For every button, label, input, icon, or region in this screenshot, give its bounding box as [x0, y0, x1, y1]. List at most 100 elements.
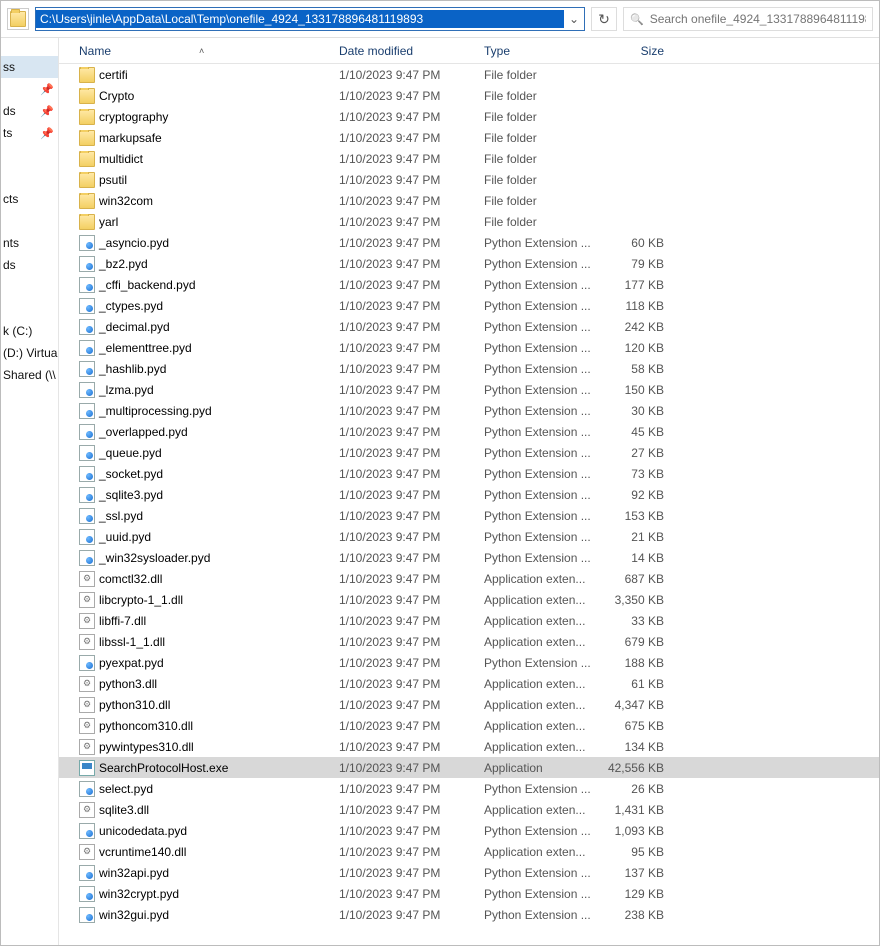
- table-row[interactable]: psutil1/10/2023 9:47 PMFile folder: [59, 169, 879, 190]
- table-row[interactable]: _lzma.pyd1/10/2023 9:47 PMPython Extensi…: [59, 379, 879, 400]
- file-name: _ctypes.pyd: [99, 299, 163, 313]
- table-row[interactable]: python3.dll1/10/2023 9:47 PMApplication …: [59, 673, 879, 694]
- cell-size: 92 KB: [602, 488, 664, 502]
- sidebar-item-label: ds: [3, 104, 16, 118]
- table-row[interactable]: pyexpat.pyd1/10/2023 9:47 PMPython Exten…: [59, 652, 879, 673]
- cell-date: 1/10/2023 9:47 PM: [339, 866, 484, 880]
- refresh-button[interactable]: [591, 7, 617, 31]
- table-row[interactable]: _uuid.pyd1/10/2023 9:47 PMPython Extensi…: [59, 526, 879, 547]
- table-row[interactable]: unicodedata.pyd1/10/2023 9:47 PMPython E…: [59, 820, 879, 841]
- table-row[interactable]: _hashlib.pyd1/10/2023 9:47 PMPython Exte…: [59, 358, 879, 379]
- table-row[interactable]: win32com1/10/2023 9:47 PMFile folder: [59, 190, 879, 211]
- pyd-icon: [79, 298, 95, 314]
- chevron-down-icon[interactable]: [564, 12, 584, 26]
- search-box[interactable]: [623, 7, 873, 31]
- pyd-icon: [79, 340, 95, 356]
- table-row[interactable]: pywintypes310.dll1/10/2023 9:47 PMApplic…: [59, 736, 879, 757]
- table-row[interactable]: _multiprocessing.pyd1/10/2023 9:47 PMPyt…: [59, 400, 879, 421]
- cell-date: 1/10/2023 9:47 PM: [339, 908, 484, 922]
- cell-type: File folder: [484, 173, 602, 187]
- table-row[interactable]: _win32sysloader.pyd1/10/2023 9:47 PMPyth…: [59, 547, 879, 568]
- file-name: _multiprocessing.pyd: [99, 404, 212, 418]
- file-name: _asyncio.pyd: [99, 236, 169, 250]
- column-name[interactable]: Name ˄: [79, 44, 339, 58]
- table-row[interactable]: SearchProtocolHost.exe1/10/2023 9:47 PMA…: [59, 757, 879, 778]
- file-rows[interactable]: certifi1/10/2023 9:47 PMFile folderCrypt…: [59, 64, 879, 945]
- table-row[interactable]: vcruntime140.dll1/10/2023 9:47 PMApplica…: [59, 841, 879, 862]
- table-row[interactable]: comctl32.dll1/10/2023 9:47 PMApplication…: [59, 568, 879, 589]
- table-row[interactable]: cryptography1/10/2023 9:47 PMFile folder: [59, 106, 879, 127]
- search-input[interactable]: [650, 12, 866, 26]
- sidebar-item[interactable]: ts📌: [1, 122, 58, 144]
- cell-name: _cffi_backend.pyd: [79, 277, 339, 293]
- table-row[interactable]: _cffi_backend.pyd1/10/2023 9:47 PMPython…: [59, 274, 879, 295]
- table-row[interactable]: win32crypt.pyd1/10/2023 9:47 PMPython Ex…: [59, 883, 879, 904]
- cell-date: 1/10/2023 9:47 PM: [339, 152, 484, 166]
- sidebar-item-label: cts: [3, 192, 18, 206]
- table-row[interactable]: multidict1/10/2023 9:47 PMFile folder: [59, 148, 879, 169]
- table-row[interactable]: _overlapped.pyd1/10/2023 9:47 PMPython E…: [59, 421, 879, 442]
- cell-type: Python Extension ...: [484, 656, 602, 670]
- table-row[interactable]: libffi-7.dll1/10/2023 9:47 PMApplication…: [59, 610, 879, 631]
- table-row[interactable]: libssl-1_1.dll1/10/2023 9:47 PMApplicati…: [59, 631, 879, 652]
- sidebar-item[interactable]: [1, 276, 58, 298]
- address-bar[interactable]: [35, 7, 585, 31]
- table-row[interactable]: markupsafe1/10/2023 9:47 PMFile folder: [59, 127, 879, 148]
- sidebar-item[interactable]: Shared (\\: [1, 364, 58, 386]
- cell-name: libcrypto-1_1.dll: [79, 592, 339, 608]
- table-row[interactable]: sqlite3.dll1/10/2023 9:47 PMApplication …: [59, 799, 879, 820]
- cell-type: Application exten...: [484, 677, 602, 691]
- table-row[interactable]: pythoncom310.dll1/10/2023 9:47 PMApplica…: [59, 715, 879, 736]
- table-row[interactable]: yarl1/10/2023 9:47 PMFile folder: [59, 211, 879, 232]
- sidebar-item[interactable]: (D:) Virtua: [1, 342, 58, 364]
- table-row[interactable]: select.pyd1/10/2023 9:47 PMPython Extens…: [59, 778, 879, 799]
- sidebar-item[interactable]: k (C:): [1, 320, 58, 342]
- table-row[interactable]: win32api.pyd1/10/2023 9:47 PMPython Exte…: [59, 862, 879, 883]
- table-row[interactable]: win32gui.pyd1/10/2023 9:47 PMPython Exte…: [59, 904, 879, 925]
- table-row[interactable]: Crypto1/10/2023 9:47 PMFile folder: [59, 85, 879, 106]
- file-name: unicodedata.pyd: [99, 824, 187, 838]
- cell-type: Application exten...: [484, 803, 602, 817]
- table-row[interactable]: _decimal.pyd1/10/2023 9:47 PMPython Exte…: [59, 316, 879, 337]
- column-name-label: Name: [79, 44, 111, 58]
- cell-size: 118 KB: [602, 299, 664, 313]
- sidebar-item[interactable]: ds: [1, 254, 58, 276]
- table-row[interactable]: libcrypto-1_1.dll1/10/2023 9:47 PMApplic…: [59, 589, 879, 610]
- cell-size: 14 KB: [602, 551, 664, 565]
- sidebar-item[interactable]: ds📌: [1, 100, 58, 122]
- cell-name: multidict: [79, 151, 339, 167]
- cell-name: win32gui.pyd: [79, 907, 339, 923]
- table-row[interactable]: _ssl.pyd1/10/2023 9:47 PMPython Extensio…: [59, 505, 879, 526]
- sidebar-item[interactable]: [1, 166, 58, 188]
- table-row[interactable]: _queue.pyd1/10/2023 9:47 PMPython Extens…: [59, 442, 879, 463]
- sidebar-item[interactable]: cts: [1, 188, 58, 210]
- sidebar-item[interactable]: [1, 298, 58, 320]
- table-row[interactable]: _ctypes.pyd1/10/2023 9:47 PMPython Exten…: [59, 295, 879, 316]
- cell-size: 177 KB: [602, 278, 664, 292]
- table-row[interactable]: _asyncio.pyd1/10/2023 9:47 PMPython Exte…: [59, 232, 879, 253]
- sidebar-item[interactable]: [1, 144, 58, 166]
- sidebar-item[interactable]: nts: [1, 232, 58, 254]
- dll-icon: [79, 634, 95, 650]
- cell-name: select.pyd: [79, 781, 339, 797]
- cell-type: Python Extension ...: [484, 782, 602, 796]
- cell-type: Application exten...: [484, 845, 602, 859]
- column-size[interactable]: Size: [602, 44, 664, 58]
- table-row[interactable]: _socket.pyd1/10/2023 9:47 PMPython Exten…: [59, 463, 879, 484]
- cell-size: 30 KB: [602, 404, 664, 418]
- table-row[interactable]: python310.dll1/10/2023 9:47 PMApplicatio…: [59, 694, 879, 715]
- table-row[interactable]: _bz2.pyd1/10/2023 9:47 PMPython Extensio…: [59, 253, 879, 274]
- sidebar-item[interactable]: [1, 210, 58, 232]
- column-date[interactable]: Date modified: [339, 44, 484, 58]
- current-folder-icon[interactable]: [7, 8, 29, 30]
- cell-name: win32crypt.pyd: [79, 886, 339, 902]
- address-input[interactable]: [36, 10, 564, 28]
- cell-size: 27 KB: [602, 446, 664, 460]
- sidebar-item[interactable]: ss: [1, 56, 58, 78]
- cell-type: Application exten...: [484, 698, 602, 712]
- sidebar-item[interactable]: 📌: [1, 78, 58, 100]
- column-type[interactable]: Type: [484, 44, 602, 58]
- table-row[interactable]: _sqlite3.pyd1/10/2023 9:47 PMPython Exte…: [59, 484, 879, 505]
- table-row[interactable]: certifi1/10/2023 9:47 PMFile folder: [59, 64, 879, 85]
- table-row[interactable]: _elementtree.pyd1/10/2023 9:47 PMPython …: [59, 337, 879, 358]
